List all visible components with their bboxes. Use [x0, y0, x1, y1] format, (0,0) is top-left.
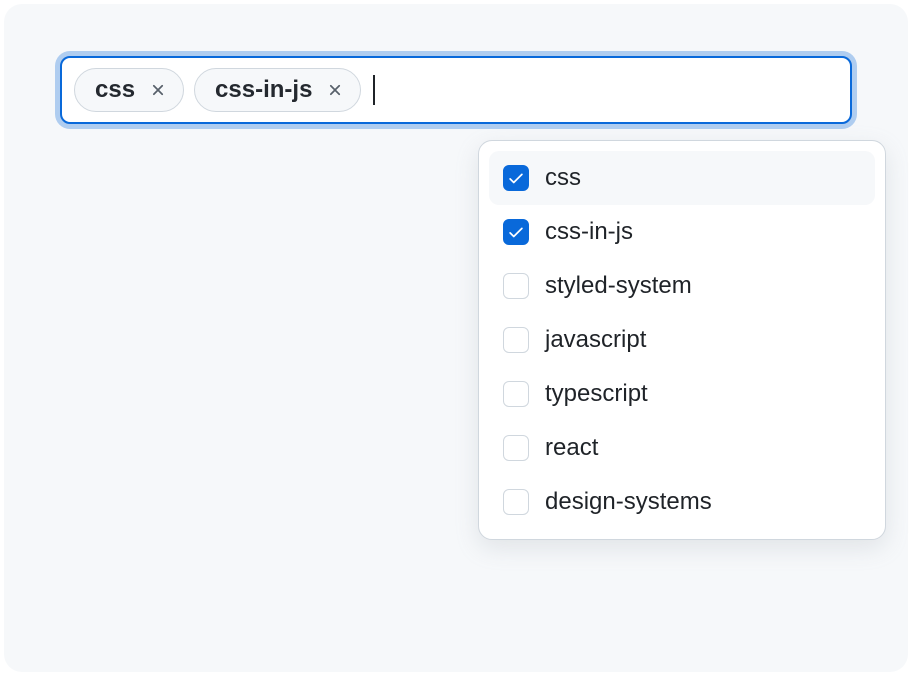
- checkbox-unchecked-icon: [503, 381, 529, 407]
- option-javascript[interactable]: javascript: [489, 313, 875, 367]
- selected-tag: css: [74, 68, 184, 112]
- option-styled-system[interactable]: styled-system: [489, 259, 875, 313]
- checkbox-unchecked-icon: [503, 273, 529, 299]
- option-label: react: [545, 434, 598, 462]
- option-label: typescript: [545, 380, 648, 408]
- selected-tag-label: css: [95, 76, 135, 104]
- close-icon[interactable]: [324, 79, 346, 101]
- text-cursor: [373, 75, 375, 105]
- option-css-in-js[interactable]: css-in-js: [489, 205, 875, 259]
- option-label: design-systems: [545, 488, 712, 516]
- checkbox-unchecked-icon: [503, 327, 529, 353]
- selected-tag: css-in-js: [194, 68, 361, 112]
- close-icon[interactable]: [147, 79, 169, 101]
- selected-tag-label: css-in-js: [215, 76, 312, 104]
- option-label: css: [545, 164, 581, 192]
- tag-input[interactable]: css css-in-js: [60, 56, 852, 124]
- checkbox-unchecked-icon: [503, 435, 529, 461]
- option-css[interactable]: css: [489, 151, 875, 205]
- options-dropdown: css css-in-js styled-system javascript t…: [478, 140, 886, 540]
- checkbox-checked-icon: [503, 219, 529, 245]
- option-typescript[interactable]: typescript: [489, 367, 875, 421]
- option-design-systems[interactable]: design-systems: [489, 475, 875, 529]
- option-label: javascript: [545, 326, 646, 354]
- option-react[interactable]: react: [489, 421, 875, 475]
- checkbox-checked-icon: [503, 165, 529, 191]
- checkbox-unchecked-icon: [503, 489, 529, 515]
- option-label: css-in-js: [545, 218, 633, 246]
- option-label: styled-system: [545, 272, 692, 300]
